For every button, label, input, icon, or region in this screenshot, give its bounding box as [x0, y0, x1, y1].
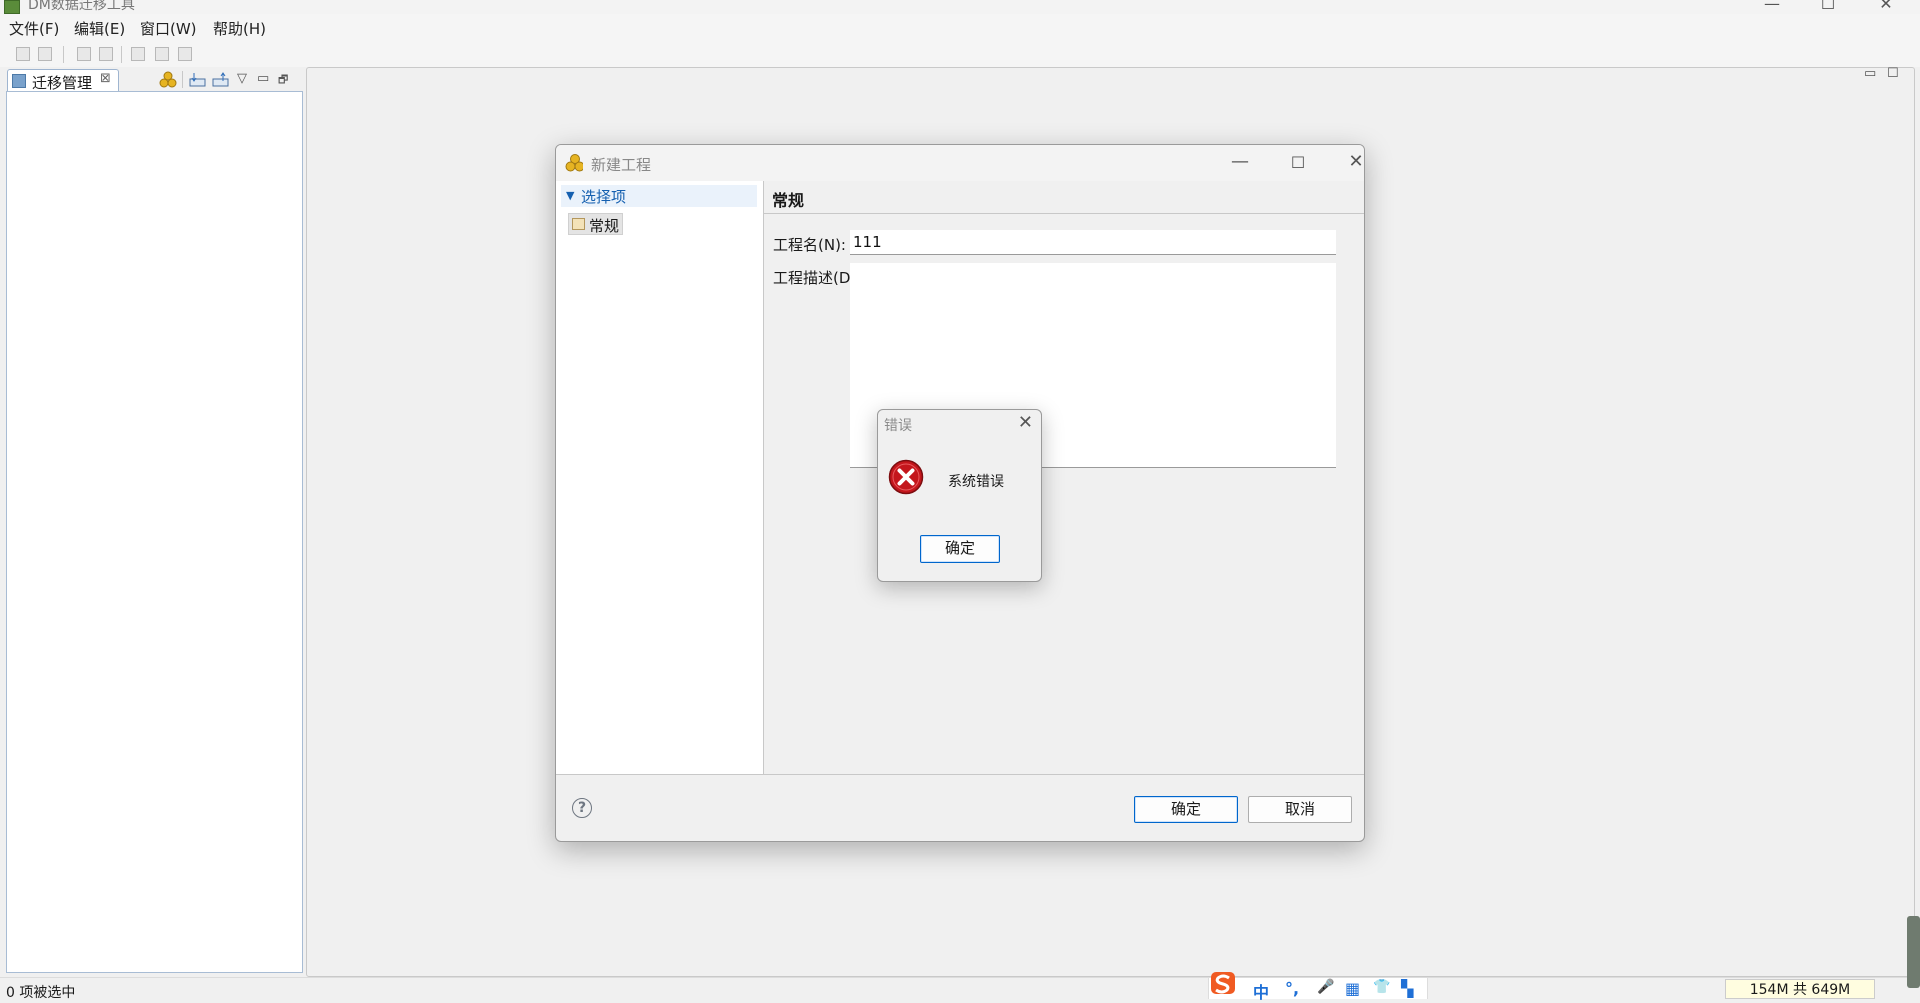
- expand-arrow-icon[interactable]: ▼: [566, 189, 574, 202]
- save-icon[interactable]: [16, 47, 30, 61]
- app-title: DM数据迁移工具: [28, 0, 135, 13]
- menu-edit[interactable]: 编辑(E): [74, 18, 125, 39]
- tab-label: 迁移管理: [32, 74, 93, 92]
- ime-voice-icon[interactable]: 🎤: [1317, 979, 1334, 995]
- ime-toolbox-icon[interactable]: ▚: [1401, 979, 1413, 998]
- tab-migration-management[interactable]: 迁移管理 ⊠: [7, 69, 119, 92]
- divider: [764, 213, 1364, 214]
- project-name-input[interactable]: [850, 230, 1336, 255]
- nav-item-label: 常规: [589, 217, 620, 235]
- menu-bar: 文件(F) 编辑(E) 窗口(W) 帮助(H): [0, 14, 1920, 42]
- maximize-editor-button[interactable]: ☐: [1887, 66, 1899, 81]
- error-message: 系统错误: [948, 474, 1004, 490]
- error-close-button[interactable]: ✕: [1018, 412, 1033, 433]
- toolbar-separator: [121, 46, 122, 63]
- ime-punctuation-icon[interactable]: °,: [1285, 979, 1299, 998]
- error-dialog: 错误 ✕ 系统错误 确定: [877, 409, 1042, 582]
- import-icon[interactable]: [189, 72, 206, 87]
- error-dialog-title: 错误: [884, 418, 912, 434]
- cut-icon[interactable]: [131, 47, 145, 61]
- help-icon[interactable]: ?: [572, 798, 592, 818]
- memory-usage[interactable]: 154M 共 649M: [1725, 979, 1875, 999]
- project-tree[interactable]: [6, 91, 303, 973]
- minimize-button[interactable]: —: [1752, 0, 1792, 13]
- toolbar-separator: [63, 46, 64, 63]
- dialog-title: 新建工程: [591, 156, 652, 174]
- toolbar: [0, 42, 1920, 67]
- migration-tab-icon: [12, 74, 26, 88]
- page-title: 常规: [772, 191, 805, 210]
- error-icon: [888, 459, 924, 495]
- status-bar: 0 项被选中 中 °, 🎤 ▦ 👕 ▚ 154M 共 649M: [0, 972, 1920, 1002]
- close-button[interactable]: ✕: [1866, 0, 1906, 13]
- view-toolbar-separator: [182, 71, 183, 88]
- dialog-content: 常规 工程名(N): 工程描述(D):: [764, 181, 1364, 774]
- maximize-button[interactable]: ☐: [1808, 0, 1848, 13]
- main-title-bar: DM数据迁移工具 — ☐ ✕: [0, 0, 1920, 14]
- ime-keyboard-icon[interactable]: ▦: [1345, 979, 1360, 998]
- selection-status: 0 项被选中: [6, 985, 76, 1001]
- project-icon: [565, 154, 583, 172]
- project-name-label: 工程名(N):: [773, 236, 846, 254]
- view-menu-icon[interactable]: ▽: [237, 71, 247, 86]
- nav-tree-root[interactable]: ▼ 选择项: [561, 185, 757, 207]
- save-all-icon[interactable]: [38, 47, 52, 61]
- minimize-view-button[interactable]: ▭: [257, 71, 269, 86]
- dialog-maximize-button[interactable]: ☐: [1276, 153, 1320, 172]
- migration-view: 迁移管理 ⊠ ▽ ▭ 🗗: [3, 67, 303, 977]
- ime-logo-icon[interactable]: [1209, 970, 1237, 996]
- menu-file[interactable]: 文件(F): [9, 18, 59, 39]
- ime-toolbar: 中 °, 🎤 ▦ 👕 ▚: [1208, 972, 1428, 1002]
- dialog-minimize-button[interactable]: —: [1218, 151, 1262, 172]
- ime-mode-icon[interactable]: 中: [1253, 979, 1269, 1003]
- dialog-nav-tree: ▼ 选择项 常规: [556, 181, 764, 774]
- export-icon[interactable]: [212, 72, 229, 87]
- nav-tree-root-label: 选择项: [581, 188, 627, 206]
- minimize-editor-button[interactable]: ▭: [1864, 66, 1876, 81]
- copy-icon[interactable]: [155, 47, 169, 61]
- side-scroll-handle[interactable]: [1907, 916, 1920, 988]
- divider: [556, 774, 1364, 775]
- redo-icon[interactable]: [99, 47, 113, 61]
- ime-skin-icon[interactable]: 👕: [1373, 979, 1390, 995]
- new-project-icon[interactable]: [159, 71, 177, 88]
- app-icon: [4, 0, 20, 14]
- tab-close-icon[interactable]: ⊠: [100, 71, 111, 86]
- dialog-title-bar: 新建工程 — ☐ ✕: [556, 145, 1364, 181]
- cancel-button[interactable]: 取消: [1248, 796, 1352, 823]
- undo-icon[interactable]: [77, 47, 91, 61]
- menu-window[interactable]: 窗口(W): [140, 18, 197, 39]
- paste-icon[interactable]: [178, 47, 192, 61]
- restore-view-button[interactable]: 🗗: [278, 71, 288, 90]
- project-description-label: 工程描述(D):: [773, 269, 862, 287]
- dialog-close-button[interactable]: ✕: [1334, 151, 1364, 172]
- page-icon: [572, 218, 585, 230]
- nav-item-general[interactable]: 常规: [568, 213, 623, 235]
- menu-help[interactable]: 帮助(H): [213, 18, 266, 39]
- ok-button[interactable]: 确定: [1134, 796, 1238, 823]
- error-ok-button[interactable]: 确定: [920, 535, 1000, 563]
